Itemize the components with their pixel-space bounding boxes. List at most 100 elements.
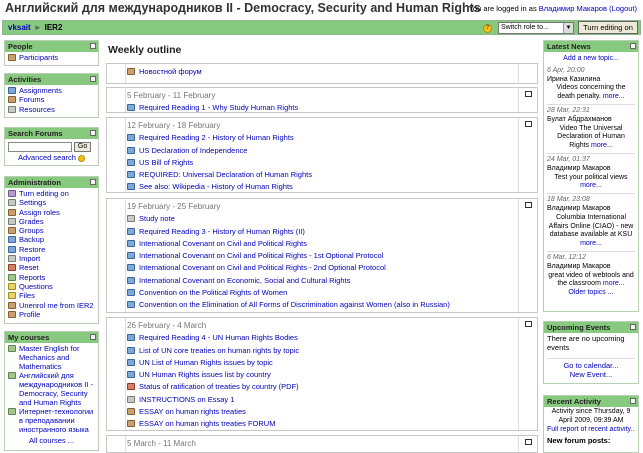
activity-link[interactable]: Required Reading 3 - History of Human Ri… xyxy=(127,226,517,238)
go-button[interactable]: Go xyxy=(74,142,92,153)
participants-link[interactable]: Participants xyxy=(8,53,95,62)
resource-icon xyxy=(127,371,135,379)
forum-icon xyxy=(127,68,135,75)
activities-block: Activities Assignments Forums Resources xyxy=(4,73,99,118)
section-5: 5 March - 11 March xyxy=(106,435,538,453)
help-icon[interactable] xyxy=(78,154,86,162)
hide-block-icon[interactable] xyxy=(630,324,636,330)
groups-icon xyxy=(8,227,16,235)
admin-settings[interactable]: Settings xyxy=(8,198,95,207)
resource-icon xyxy=(127,346,135,354)
news-more-link[interactable]: more... xyxy=(580,182,602,189)
navbar: vksait ► IER2 ? Switch role to... ▼ Turn e… xyxy=(2,20,641,35)
news-more-link[interactable]: more... xyxy=(591,142,613,149)
full-report-link[interactable]: Full report of recent activity... xyxy=(547,426,635,435)
activity-link[interactable]: ESSAY on human rights treaties FORUM xyxy=(127,418,517,430)
page-header: Английский для международников II - Demo… xyxy=(0,0,643,20)
hide-block-icon[interactable] xyxy=(90,130,96,136)
hide-block-icon[interactable] xyxy=(90,43,96,49)
advanced-search-link[interactable]: Advanced search xyxy=(18,153,76,162)
admin-files[interactable]: Files xyxy=(8,291,95,300)
activity-link[interactable]: Convention on the Elimination of All For… xyxy=(127,299,517,311)
activity-link[interactable]: Status of ratification of treaties by co… xyxy=(127,381,517,393)
activity-link[interactable]: INSTRUCTIONS on Essay 1 xyxy=(127,394,517,406)
switch-role-select[interactable]: Switch role to... ▼ xyxy=(498,22,574,34)
admin-restore[interactable]: Restore xyxy=(8,245,95,254)
activity-link[interactable]: ESSAY on human rights treaties xyxy=(127,406,517,418)
all-courses-link[interactable]: All courses ... xyxy=(8,436,95,445)
activity-link[interactable]: See also: Wikipedia - History of Human R… xyxy=(127,181,517,193)
logout-link[interactable]: (Logout) xyxy=(609,4,637,13)
show-only-week-icon[interactable] xyxy=(525,91,532,97)
activity-link[interactable]: International Covenant on Civil and Poli… xyxy=(127,238,517,250)
course-link-master-english[interactable]: Master English for Mechanics and Mathema… xyxy=(8,344,95,371)
older-topics-link[interactable]: Older topics ... xyxy=(547,289,635,298)
add-topic-link[interactable]: Add a new topic... xyxy=(547,55,635,64)
show-only-week-icon[interactable] xyxy=(525,121,532,127)
activity-link[interactable]: UN Human Rights issues list by country xyxy=(127,369,517,381)
news-more-link[interactable]: more... xyxy=(603,93,625,100)
search-input[interactable] xyxy=(8,142,72,153)
activity-link[interactable]: Required Reading 4 - UN Human Rights Bod… xyxy=(127,332,517,344)
course-link-internet-tech[interactable]: Интернет-технологии в преподавании иност… xyxy=(8,407,95,434)
activity-link[interactable]: International Covenant on Civil and Poli… xyxy=(127,262,517,274)
user-link[interactable]: Владимир Макаров xyxy=(539,4,607,13)
forums-link[interactable]: Forums xyxy=(8,95,95,104)
help-icon[interactable]: ? xyxy=(483,24,492,33)
resources-link[interactable]: Resources xyxy=(8,105,95,114)
activity-link[interactable]: Новостной форум xyxy=(127,66,517,78)
show-only-week-icon[interactable] xyxy=(525,321,532,327)
forum-icon xyxy=(127,420,135,428)
page-icon xyxy=(127,215,135,223)
recent-activity-block: Recent Activity Activity since Thursday,… xyxy=(543,395,639,453)
admin-unenrol[interactable]: Unenrol me from IER2 xyxy=(8,301,95,310)
edit-icon xyxy=(8,190,16,197)
new-event-link[interactable]: New Event... xyxy=(547,370,635,379)
go-to-calendar-link[interactable]: Go to calendar... xyxy=(547,361,635,370)
hide-block-icon[interactable] xyxy=(90,179,96,185)
hide-block-icon[interactable] xyxy=(630,398,636,404)
activity-link[interactable]: REQUIRED: Universal Declaration of Human… xyxy=(127,169,517,181)
section-3: 19 February - 25 February Study note Req… xyxy=(106,198,538,313)
unenrol-icon xyxy=(8,301,16,309)
section-4: 26 February - 4 March Required Reading 4… xyxy=(106,317,538,431)
show-only-week-icon[interactable] xyxy=(525,202,532,208)
breadcrumb-site[interactable]: vksait xyxy=(8,23,31,32)
admin-reset[interactable]: Reset xyxy=(8,263,95,272)
resource-icon xyxy=(127,289,135,297)
admin-questions[interactable]: Questions xyxy=(8,282,95,291)
hide-block-icon[interactable] xyxy=(90,76,96,82)
assignments-link[interactable]: Assignments xyxy=(8,86,95,95)
questions-icon xyxy=(8,282,16,290)
course-icon xyxy=(8,345,16,352)
activity-link[interactable]: International Covenant on Civil and Poli… xyxy=(127,250,517,262)
activity-link[interactable]: US Bill of Rights xyxy=(127,157,517,169)
activity-link[interactable]: International Covenant on Economic, Soci… xyxy=(127,275,517,287)
hide-block-icon[interactable] xyxy=(90,334,96,340)
activity-link[interactable]: US Declaration of Independence xyxy=(127,145,517,157)
import-icon xyxy=(8,255,16,263)
activity-link[interactable]: Required Reading 1 - Why Study Human Rig… xyxy=(127,102,517,114)
admin-grades[interactable]: Grades xyxy=(8,217,95,226)
admin-profile[interactable]: Profile xyxy=(8,310,95,319)
course-link-ier2[interactable]: Английский для международников II - Demo… xyxy=(8,371,95,407)
activity-link[interactable]: Convention on the Political Rights of Wo… xyxy=(127,287,517,299)
admin-turn-editing-on[interactable]: Turn editing on xyxy=(8,189,95,198)
activity-link[interactable]: List of UN core treaties on human rights… xyxy=(127,345,517,357)
admin-groups[interactable]: Groups xyxy=(8,226,95,235)
turn-editing-on-button[interactable]: Turn editing on xyxy=(578,21,638,34)
admin-reports[interactable]: Reports xyxy=(8,273,95,282)
users-icon xyxy=(8,54,16,61)
hide-block-icon[interactable] xyxy=(630,43,636,49)
admin-import[interactable]: Import xyxy=(8,254,95,263)
administration-block: Administration Turn editing on Settings … xyxy=(4,176,99,324)
activity-link[interactable]: UN List of Human Rights issues by topic xyxy=(127,357,517,369)
news-more-link[interactable]: more... xyxy=(603,280,625,287)
show-only-week-icon[interactable] xyxy=(525,439,532,445)
admin-assign-roles[interactable]: Assign roles xyxy=(8,208,95,217)
admin-backup[interactable]: Backup xyxy=(8,235,95,244)
activity-link[interactable]: Required Reading 2 - History of Human Ri… xyxy=(127,132,517,144)
news-more-link[interactable]: more... xyxy=(580,240,602,247)
resource-icon xyxy=(127,104,135,112)
activity-link[interactable]: Study note xyxy=(127,213,517,225)
